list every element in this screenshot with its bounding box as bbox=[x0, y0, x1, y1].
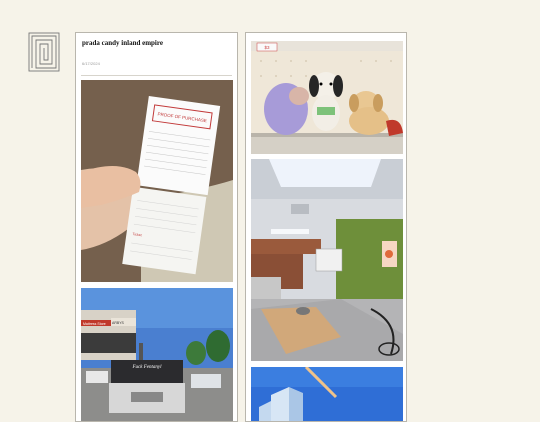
post-card: prada candy inland empire 6/17/2024 PROO… bbox=[75, 32, 238, 422]
truck-window-text: Fuck Fentanyl bbox=[131, 365, 162, 370]
price-tag: $3 bbox=[264, 45, 270, 50]
photo-interior-room[interactable] bbox=[251, 159, 403, 361]
photo-parking-lot[interactable]: Mattress Store ARBYS Fuck Fentanyl bbox=[81, 288, 233, 421]
store-sign-left: Mattress Store bbox=[83, 322, 106, 326]
divider bbox=[81, 75, 232, 76]
post-title[interactable]: prada candy inland empire bbox=[82, 39, 163, 47]
store-sign-right: ARBYS bbox=[112, 321, 125, 325]
photo-proof-of-purchase[interactable]: PROOF OF PURCHASE Ticket bbox=[81, 80, 233, 282]
photo-plush-shelf[interactable]: $3 bbox=[251, 41, 403, 154]
square-spiral-logo-icon[interactable] bbox=[28, 32, 60, 72]
post-date: 6/17/2024 bbox=[82, 61, 100, 66]
post-card: $3 bbox=[245, 32, 407, 422]
photo-building-sky[interactable] bbox=[251, 367, 403, 421]
